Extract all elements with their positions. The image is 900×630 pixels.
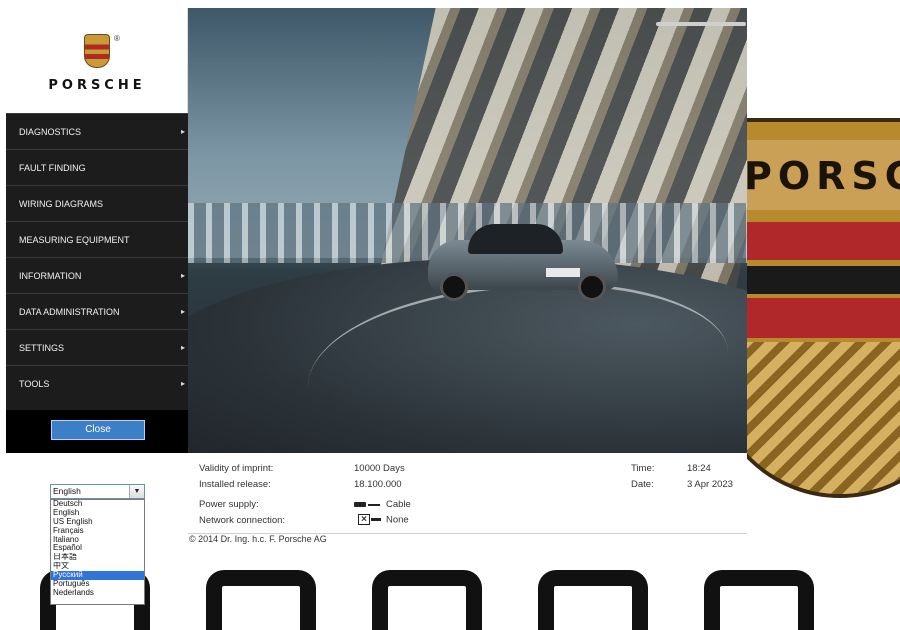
time-label: Time:	[631, 463, 655, 474]
chevron-right-icon: ▸	[180, 271, 185, 280]
menu-item-diagnostics[interactable]: DIAGNOSTICS ▸	[6, 113, 188, 149]
brand-logo: ® PORSCHE	[6, 8, 188, 113]
language-option[interactable]: Español	[51, 544, 144, 553]
chevron-right-icon: ▸	[180, 127, 185, 136]
status-panel: Validity of imprint: 10000 Days Installe…	[188, 453, 747, 534]
menu-item-measuring-equipment[interactable]: MEASURING EQUIPMENT	[6, 221, 188, 257]
power-label: Power supply:	[199, 499, 259, 510]
date-label: Date:	[631, 479, 654, 490]
close-area: Close	[6, 410, 188, 453]
menu-item-tools[interactable]: TOOLS ▸	[6, 365, 188, 401]
menu-item-label: DIAGNOSTICS	[19, 127, 82, 137]
brand-wordmark: PORSCHE	[48, 78, 146, 93]
menu-item-label: SETTINGS	[19, 343, 65, 353]
menu-item-label: INFORMATION	[19, 271, 82, 281]
loading-bar	[656, 22, 746, 26]
language-option[interactable]: Русский	[51, 571, 144, 581]
validity-label: Validity of imprint:	[199, 463, 274, 474]
language-selected-value: English	[53, 486, 81, 496]
language-dropdown-list: Deutsch English US English Français Italiano…	[50, 499, 145, 605]
menu-item-information[interactable]: INFORMATION ▸	[6, 257, 188, 293]
menu-item-data-administration[interactable]: DATA ADMINISTRATION ▸	[6, 293, 188, 329]
language-option[interactable]: 中文	[51, 562, 144, 571]
background-wordmark-image	[40, 570, 814, 630]
menu-item-fault-finding[interactable]: FAULT FINDING	[6, 149, 188, 185]
registered-mark: ®	[114, 34, 120, 43]
network-status: × None	[354, 514, 409, 526]
network-label: Network connection:	[199, 515, 286, 526]
plug-icon	[354, 499, 382, 509]
language-option[interactable]: Italiano	[51, 536, 144, 545]
validity-value: 10000 Days	[354, 463, 405, 474]
power-value: Cable	[386, 499, 411, 510]
date-value: 3 Apr 2023	[687, 479, 733, 490]
menu-item-label: TOOLS	[19, 379, 50, 389]
power-status: Cable	[354, 499, 411, 510]
language-option[interactable]: 日本語	[51, 553, 144, 562]
release-value: 18.100.000	[354, 479, 402, 490]
language-option[interactable]: Nederlands	[51, 589, 144, 598]
network-value: None	[386, 514, 409, 526]
menu-item-label: FAULT FINDING	[19, 163, 86, 173]
language-option[interactable]: Deutsch	[51, 500, 144, 509]
menu-item-label: MEASURING EQUIPMENT	[19, 235, 130, 245]
language-option[interactable]: English	[51, 509, 144, 518]
car-image	[428, 218, 618, 303]
sidebar: ® PORSCHE DIAGNOSTICS ▸ FAULT FINDING WIRIN…	[6, 8, 188, 453]
time-value: 18:24	[687, 463, 711, 474]
chevron-right-icon: ▸	[180, 307, 185, 316]
close-button[interactable]: Close	[51, 420, 145, 440]
release-label: Installed release:	[199, 479, 271, 490]
chevron-right-icon: ▸	[180, 343, 185, 352]
menu-item-wiring-diagrams[interactable]: WIRING DIAGRAMS	[6, 185, 188, 221]
language-option[interactable]: US English	[51, 518, 144, 527]
network-disconnected-icon: ×	[354, 514, 382, 526]
copyright-text: © 2014 Dr. Ing. h.c. F. Porsche AG	[189, 534, 327, 544]
menu-item-settings[interactable]: SETTINGS ▸	[6, 329, 188, 365]
hero-image	[188, 8, 747, 453]
language-select[interactable]: English ▼	[50, 484, 145, 499]
crest-icon	[84, 34, 110, 68]
language-option[interactable]: Português	[51, 580, 144, 589]
chevron-right-icon: ▸	[180, 379, 185, 388]
menu-item-label: WIRING DIAGRAMS	[19, 199, 104, 209]
main-menu: DIAGNOSTICS ▸ FAULT FINDING WIRING DIAGRAMS…	[6, 113, 188, 401]
menu-item-label: DATA ADMINISTRATION	[19, 307, 120, 317]
chevron-down-icon[interactable]: ▼	[129, 485, 144, 498]
language-option[interactable]: Français	[51, 527, 144, 536]
